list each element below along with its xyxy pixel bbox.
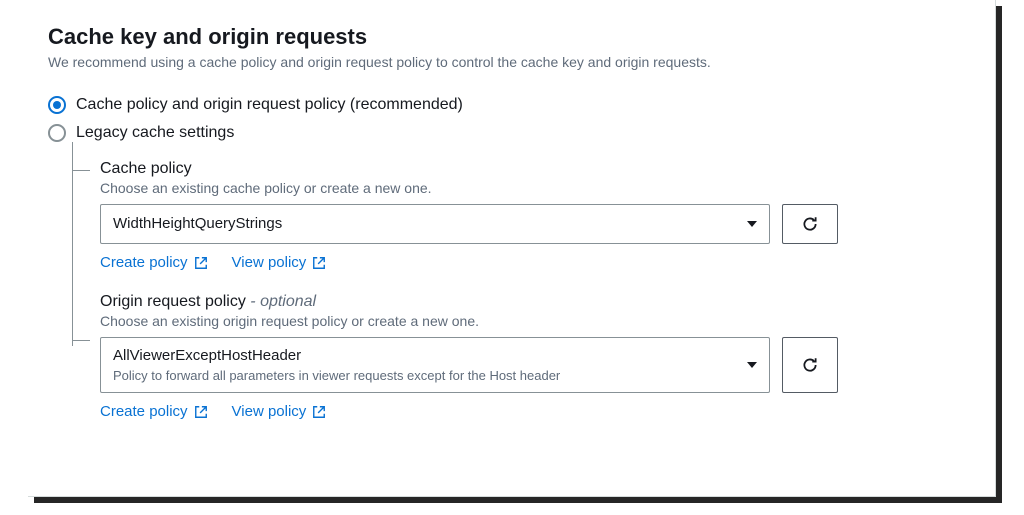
origin-request-policy-label: Origin request policy - optional	[100, 293, 975, 311]
chevron-down-icon	[747, 362, 757, 368]
radio-legacy-cache[interactable]: Legacy cache settings	[48, 124, 975, 142]
origin-request-policy-selected-value: AllViewerExceptHostHeader	[113, 346, 733, 366]
origin-request-policy-selected-desc: Policy to forward all parameters in view…	[113, 368, 733, 385]
cache-policy-field: Cache policy Choose an existing cache po…	[100, 160, 975, 271]
refresh-icon	[801, 215, 819, 233]
link-text: Create policy	[100, 254, 188, 271]
external-link-icon	[194, 405, 208, 419]
origin-request-policy-field: Origin request policy - optional Choose …	[100, 293, 975, 420]
radio-label: Cache policy and origin request policy (…	[76, 96, 463, 114]
link-text: Create policy	[100, 403, 188, 420]
cache-policy-view-link[interactable]: View policy	[232, 254, 327, 271]
external-link-icon	[194, 256, 208, 270]
link-text: View policy	[232, 403, 307, 420]
chevron-down-icon	[747, 221, 757, 227]
cache-policy-hint: Choose an existing cache policy or creat…	[100, 180, 975, 196]
external-link-icon	[312, 256, 326, 270]
radio-label: Legacy cache settings	[76, 124, 234, 142]
cache-policy-selected-value: WidthHeightQueryStrings	[113, 214, 733, 234]
radio-selected-icon	[48, 96, 66, 114]
refresh-icon	[801, 356, 819, 374]
origin-request-policy-hint: Choose an existing origin request policy…	[100, 313, 975, 329]
cache-key-panel: Cache key and origin requests We recomme…	[28, 0, 996, 497]
section-description: We recommend using a cache policy and or…	[48, 54, 975, 70]
external-link-icon	[312, 405, 326, 419]
radio-unselected-icon	[48, 124, 66, 142]
cache-policy-select[interactable]: WidthHeightQueryStrings	[100, 204, 770, 244]
origin-request-policy-refresh-button[interactable]	[782, 337, 838, 393]
section-title: Cache key and origin requests	[48, 24, 975, 50]
radio-cache-policy-mode[interactable]: Cache policy and origin request policy (…	[48, 96, 975, 114]
cache-policy-label: Cache policy	[100, 160, 975, 178]
cache-policy-create-link[interactable]: Create policy	[100, 254, 208, 271]
policy-mode-radio-group: Cache policy and origin request policy (…	[48, 96, 975, 142]
origin-request-policy-view-link[interactable]: View policy	[232, 403, 327, 420]
origin-request-policy-create-link[interactable]: Create policy	[100, 403, 208, 420]
cache-policy-refresh-button[interactable]	[782, 204, 838, 244]
policy-settings-block: Cache policy Choose an existing cache po…	[72, 160, 975, 420]
origin-request-policy-select[interactable]: AllViewerExceptHostHeader Policy to forw…	[100, 337, 770, 393]
link-text: View policy	[232, 254, 307, 271]
